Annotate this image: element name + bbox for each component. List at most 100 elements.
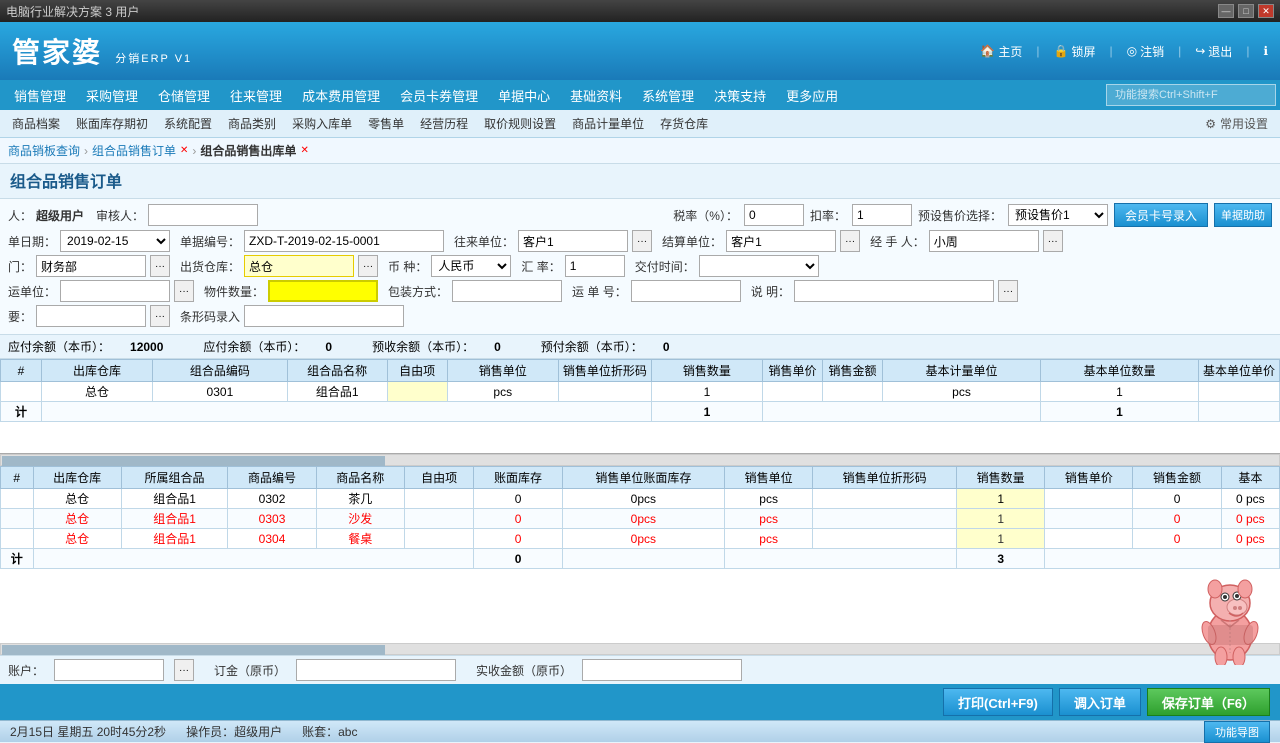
tracking-input[interactable] <box>631 280 741 302</box>
exchange-input[interactable] <box>565 255 625 277</box>
warehouse-btn[interactable]: ··· <box>358 255 378 277</box>
receipt-input[interactable] <box>582 659 742 681</box>
nav-vouchers[interactable]: 单据中心 <box>488 80 560 110</box>
item-count-input[interactable] <box>268 280 378 302</box>
table-row[interactable]: 总仓 组合品1 0303 沙发 0 0pcs pcs 1 0 0 pcs <box>1 509 1280 529</box>
sub-warehouse[interactable]: 存货仓库 <box>652 111 716 137</box>
dept-btn[interactable]: ··· <box>150 255 170 277</box>
import-order-button[interactable]: 调入订单 <box>1059 688 1141 716</box>
close-button[interactable]: ✕ <box>1258 4 1274 18</box>
table-row[interactable]: 总仓 0301 组合品1 pcs 1 pcs 1 <box>1 382 1280 402</box>
tax-rate-input[interactable] <box>744 204 804 226</box>
nav-warehouse[interactable]: 仓储管理 <box>148 80 220 110</box>
logout-link[interactable]: ◎ 注销 <box>1127 43 1165 60</box>
prepay-label: 预付余额（本币）： <box>541 338 643 355</box>
sub-price-rules[interactable]: 取价规则设置 <box>476 111 564 137</box>
table-row[interactable]: 总仓 组合品1 0304 餐桌 0 0pcs pcs 1 0 0 pcs <box>1 529 1280 549</box>
require-label: 要： <box>8 308 32 325</box>
require-input[interactable] <box>36 305 146 327</box>
warehouse-label: 出货仓库： <box>180 258 240 275</box>
order-input[interactable] <box>296 659 456 681</box>
code-input[interactable] <box>244 230 444 252</box>
dept-input[interactable] <box>36 255 146 277</box>
mascot-svg <box>1193 565 1268 665</box>
remark-input[interactable] <box>794 280 994 302</box>
cell-free[interactable] <box>387 382 447 402</box>
advance-label: 预收余额（本币）： <box>372 338 474 355</box>
help-button[interactable]: 单据助助 <box>1214 203 1272 227</box>
function-map-button[interactable]: 功能导图 <box>1204 721 1270 743</box>
ship-unit-btn[interactable]: ··· <box>174 280 194 302</box>
breadcrumb-item-1[interactable]: 商品销板查询 <box>8 142 80 159</box>
sub-purchase-in[interactable]: 采购入库单 <box>284 111 360 137</box>
discount-input[interactable] <box>852 204 912 226</box>
sub-product-category[interactable]: 商品类别 <box>220 111 284 137</box>
nav-relations[interactable]: 往来管理 <box>220 80 292 110</box>
breadcrumb-item-2[interactable]: 组合品销售订单 <box>92 142 176 159</box>
warehouse-input[interactable] <box>244 255 354 277</box>
settings-button[interactable]: ⚙ 常用设置 <box>1197 115 1276 132</box>
th-combo-code: 组合品编码 <box>153 360 288 382</box>
handler-btn[interactable]: ··· <box>1043 230 1063 252</box>
sub-retail[interactable]: 零售单 <box>360 111 412 137</box>
header-right: 🏠 主页 | 🔒 锁屏 | ◎ 注销 | ↪ 退出 | ℹ <box>980 43 1268 60</box>
maximize-button[interactable]: □ <box>1238 4 1254 18</box>
minimize-button[interactable]: — <box>1218 4 1234 18</box>
info-link[interactable]: ℹ <box>1263 44 1268 58</box>
save-order-button[interactable]: 保存订单（F6） <box>1147 688 1270 716</box>
reviewer-input[interactable] <box>148 204 258 226</box>
nav-more[interactable]: 更多应用 <box>776 80 848 110</box>
date-input[interactable]: 2019-02-15 <box>60 230 170 252</box>
lower-scroll-thumb[interactable] <box>2 645 385 655</box>
ship-unit-input[interactable] <box>60 280 170 302</box>
price-select[interactable]: 预设售价1 <box>1008 204 1108 226</box>
sub-sys-config[interactable]: 系统配置 <box>156 111 220 137</box>
exit-link[interactable]: ↪ 退出 <box>1195 43 1232 60</box>
receipt-label: 实收金额（原币） <box>476 662 572 679</box>
nav-system[interactable]: 系统管理 <box>632 80 704 110</box>
currency-select[interactable]: 人民币 <box>431 255 511 277</box>
sub-product-archive[interactable]: 商品档案 <box>4 111 68 137</box>
search-input[interactable] <box>1106 84 1276 106</box>
handler-input[interactable] <box>929 230 1039 252</box>
prepay-value: 0 <box>663 340 670 354</box>
logo-text: 管家婆 <box>12 37 102 68</box>
to-unit-btn[interactable]: ··· <box>632 230 652 252</box>
upper-table[interactable]: # 出库仓库 组合品编码 组合品名称 自由项 销售单位 销售单位折形码 销售数量… <box>0 359 1280 454</box>
print-button[interactable]: 打印(Ctrl+F9) <box>943 688 1053 716</box>
item-count-label: 物件数量： <box>204 283 264 300</box>
nav-purchase[interactable]: 采购管理 <box>76 80 148 110</box>
upper-scrollbar[interactable] <box>0 454 1280 466</box>
nav-costs[interactable]: 成本费用管理 <box>292 80 390 110</box>
table-row[interactable]: 总仓 组合品1 0302 茶几 0 0pcs pcs 1 0 0 pcs <box>1 489 1280 509</box>
lower-scrollbar[interactable] <box>0 643 1280 655</box>
upper-scroll-thumb[interactable] <box>2 456 385 466</box>
nav-sales[interactable]: 销售管理 <box>4 80 76 110</box>
to-unit-input[interactable] <box>518 230 628 252</box>
nav-resources[interactable]: 基础资料 <box>560 80 632 110</box>
settlement-input[interactable] <box>726 230 836 252</box>
nav-decision[interactable]: 决策支持 <box>704 80 776 110</box>
settlement-btn[interactable]: ··· <box>840 230 860 252</box>
breadcrumb-close-2[interactable]: ✕ <box>300 145 308 156</box>
sub-balance-init[interactable]: 账面库存期初 <box>68 111 156 137</box>
transaction-time-select[interactable] <box>699 255 819 277</box>
sub-history[interactable]: 经营历程 <box>412 111 476 137</box>
breadcrumb-close-1[interactable]: ✕ <box>180 145 188 156</box>
barcode-input[interactable] <box>244 305 404 327</box>
card-number-button[interactable]: 会员卡号录入 <box>1114 203 1208 227</box>
home-link[interactable]: 🏠 主页 <box>980 43 1022 60</box>
lock-link[interactable]: 🔒 锁屏 <box>1054 43 1096 60</box>
account-input[interactable] <box>54 659 164 681</box>
package-input[interactable] <box>452 280 562 302</box>
lth-name: 商品名称 <box>316 467 404 489</box>
remark-btn[interactable]: ··· <box>998 280 1018 302</box>
operator-value: 超级用户 <box>234 723 282 740</box>
th-base-qty: 基本单位数量 <box>1040 360 1198 382</box>
lower-table[interactable]: # 出库仓库 所属组合品 商品编号 商品名称 自由项 账面库存 销售单位账面库存… <box>0 466 1280 643</box>
nav-membership[interactable]: 会员卡券管理 <box>390 80 488 110</box>
require-btn[interactable]: ··· <box>150 305 170 327</box>
cell-combo-name: 组合品1 <box>287 382 387 402</box>
account-btn[interactable]: ··· <box>174 659 194 681</box>
sub-uom[interactable]: 商品计量单位 <box>564 111 652 137</box>
